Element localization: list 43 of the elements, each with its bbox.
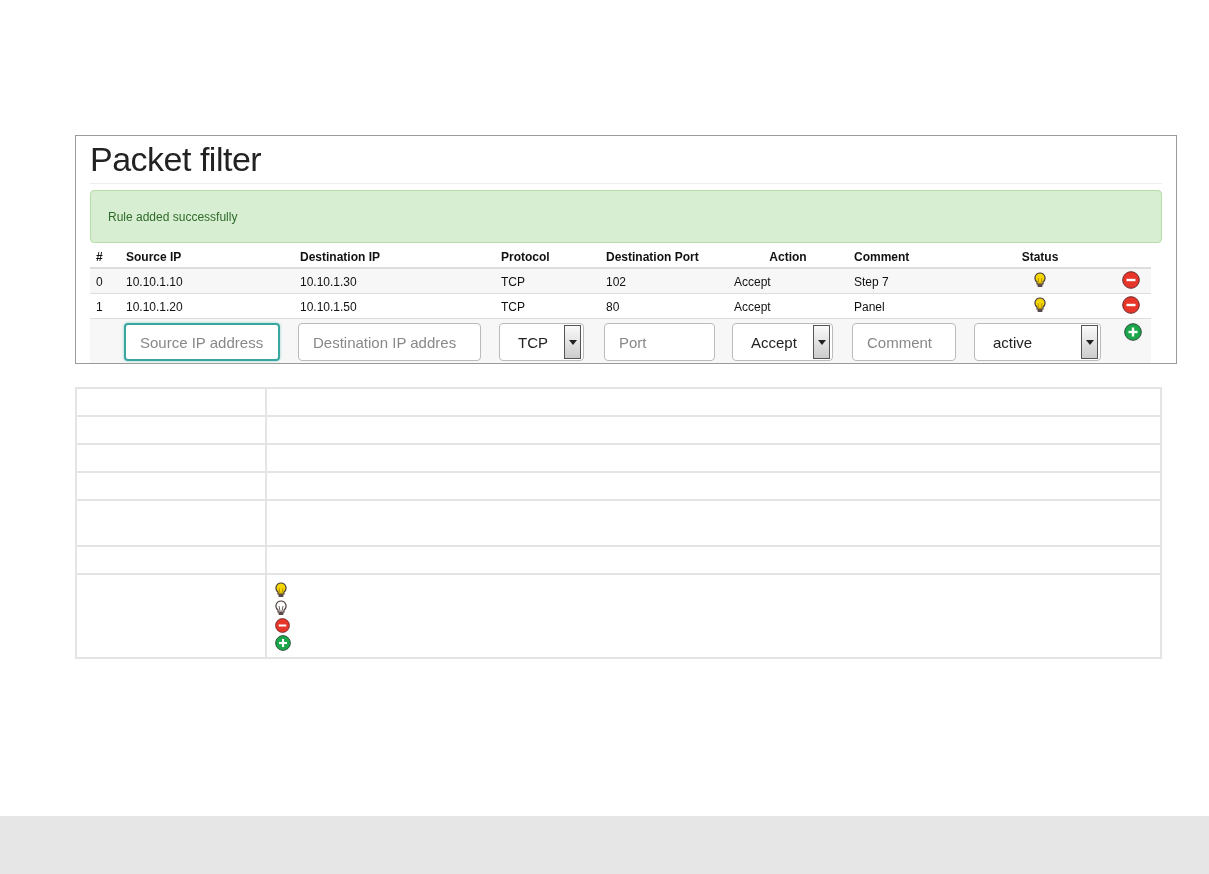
column-header: Destination IP bbox=[300, 249, 380, 264]
table-cell: 10.10.1.10 bbox=[126, 274, 183, 289]
add-icon[interactable] bbox=[1123, 323, 1142, 341]
column-header: Action bbox=[769, 249, 807, 264]
caret-icon bbox=[817, 339, 826, 345]
port-field[interactable]: Port bbox=[604, 323, 715, 361]
table-cell: TCP bbox=[501, 299, 525, 314]
table-cell: 10.10.1.20 bbox=[126, 299, 183, 314]
success-alert: Rule added successfully bbox=[90, 190, 1162, 243]
delete-icon bbox=[275, 617, 290, 633]
column-header: Source IP bbox=[126, 249, 182, 264]
destination-ip-field[interactable]: Destination IP addres bbox=[298, 323, 481, 361]
table-cell: Accept bbox=[734, 274, 771, 289]
delete-icon[interactable] bbox=[1121, 296, 1140, 314]
dropdown[interactable]: active bbox=[974, 323, 1101, 361]
table-cell: 102 bbox=[606, 274, 627, 289]
dropdown[interactable]: TCP bbox=[499, 323, 584, 361]
comment-field[interactable]: Comment bbox=[852, 323, 956, 361]
caret-icon bbox=[568, 339, 577, 345]
column-header: Destination Port bbox=[606, 249, 699, 264]
unlit-bulb-icon bbox=[275, 599, 287, 616]
table-cell: TCP bbox=[501, 274, 525, 289]
page-title: Packet filter bbox=[90, 140, 1162, 184]
lit-bulb-icon bbox=[1034, 297, 1046, 313]
table-cell: 0 bbox=[96, 274, 103, 289]
caret-icon bbox=[1085, 339, 1094, 345]
column-header: # bbox=[96, 249, 103, 264]
table-cell: 1 bbox=[96, 299, 103, 314]
table-cell: Panel bbox=[854, 299, 885, 314]
lit-bulb-icon bbox=[1034, 272, 1046, 288]
dropdown[interactable]: Accept bbox=[732, 323, 833, 361]
add-icon bbox=[275, 634, 291, 651]
column-header: Protocol bbox=[501, 249, 550, 264]
source-ip-field[interactable]: Source IP address bbox=[124, 323, 280, 361]
delete-icon[interactable] bbox=[1121, 271, 1140, 289]
table-cell: 10.10.1.50 bbox=[300, 299, 357, 314]
column-header: Status bbox=[1021, 249, 1059, 264]
table-cell: Step 7 bbox=[854, 274, 889, 289]
table-cell: Accept bbox=[734, 299, 771, 314]
table-cell: 10.10.1.30 bbox=[300, 274, 357, 289]
lit-bulb-icon bbox=[275, 581, 287, 598]
column-header: Comment bbox=[854, 249, 910, 264]
table-cell: 80 bbox=[606, 299, 620, 314]
